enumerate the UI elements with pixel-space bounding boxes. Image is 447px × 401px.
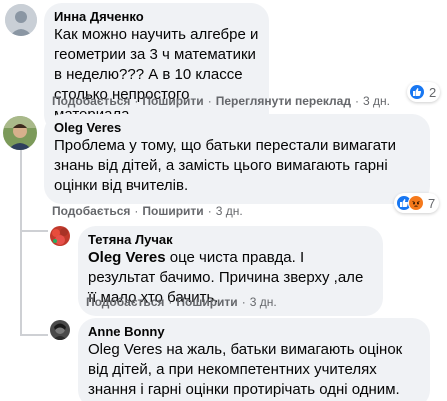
comment-bubble: Oleg Veres Проблема у тому, що батьки пе… [44,114,430,204]
timestamp[interactable]: 3 дн. [363,94,390,108]
separator: · [207,94,212,108]
timestamp[interactable]: 3 дн. [250,295,277,309]
reactions-summary[interactable]: 2 [407,82,441,102]
separator: · [241,295,246,309]
reactions-summary[interactable]: 7 [394,193,440,213]
comment-text: Как можно научить алгебре и геометрии за… [54,26,259,123]
share-button[interactable]: Поширити [142,204,203,218]
comment-author[interactable]: Oleg Veres [54,120,420,136]
comment-text: Oleg Veres на жаль, батьки вимагають оці… [88,340,420,400]
like-button[interactable]: Подобається [52,204,130,218]
separator: · [354,94,359,108]
reply-bubble: Anne Bonny Oleg Veres на жаль, батьки ви… [78,318,430,401]
comment-actions: Подобається · Поширити · 3 дн. [86,295,277,309]
avatar[interactable] [5,4,37,36]
avatar[interactable] [50,226,70,246]
like-reaction-icon [409,84,425,100]
thread-branch [20,230,48,232]
like-button[interactable]: Подобається [52,94,130,108]
separator: · [134,204,139,218]
reaction-count: 7 [428,195,436,211]
separator: · [134,94,139,108]
comment-author[interactable]: Тетяна Лучак [88,232,373,248]
comment-author[interactable]: Инна Дяченко [54,9,259,25]
comment-text: Проблема у тому, що батьки перестали вим… [54,137,396,194]
see-translation-button[interactable]: Переглянути переклад [216,94,351,108]
comment-actions: Подобається · Поширити · 3 дн. [52,204,243,218]
reaction-count: 2 [429,84,437,100]
comment-author[interactable]: Anne Bonny [88,324,420,340]
avatar[interactable] [3,116,37,150]
avatar[interactable] [50,320,70,340]
separator: · [168,295,173,309]
user-avatar-icon [3,116,37,150]
timestamp[interactable]: 3 дн. [216,204,243,218]
mention-link[interactable]: Oleg Veres [88,249,166,266]
mention-link[interactable]: Oleg Veres [88,341,162,358]
user-avatar-icon [50,226,70,246]
thread-branch [20,334,48,336]
comment-actions: Подобається · Поширити · Переглянути пер… [52,94,390,108]
share-button[interactable]: Поширити [142,94,203,108]
angry-reaction-icon [408,195,424,211]
user-avatar-icon [5,4,37,36]
user-avatar-icon [50,320,70,340]
separator: · [207,204,212,218]
share-button[interactable]: Поширити [176,295,237,309]
thread-line [20,146,22,336]
like-button[interactable]: Подобається [86,295,164,309]
